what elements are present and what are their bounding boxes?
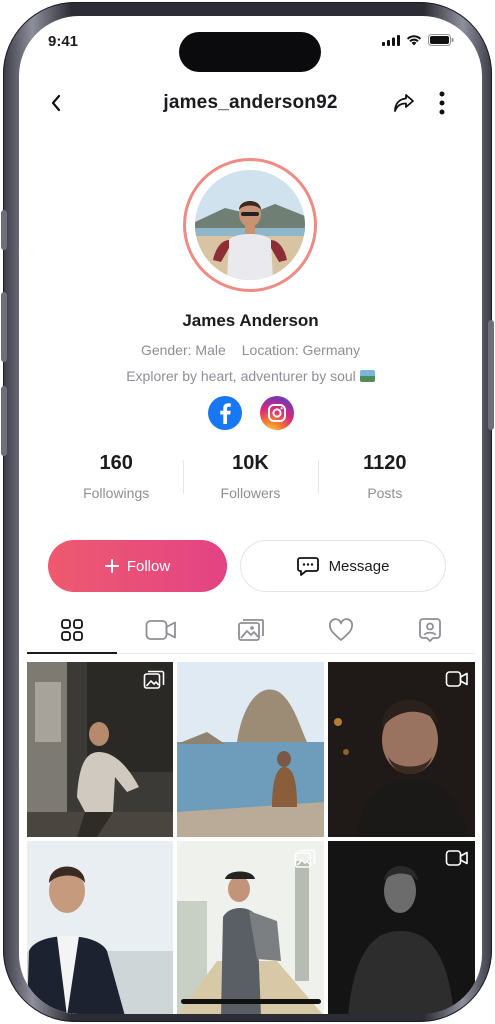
post-image bbox=[177, 662, 324, 837]
screen: 9:41 james_anderson92 James Anderson Gen… bbox=[19, 16, 482, 1014]
avatar-ring bbox=[183, 158, 317, 292]
profile-stats: 160 Followings 10K Followers 1120 Posts bbox=[49, 452, 452, 508]
status-bar: 9:41 bbox=[19, 16, 482, 72]
message-button[interactable]: Message bbox=[240, 540, 446, 592]
post-thumbnail[interactable] bbox=[177, 841, 324, 1014]
tagged-icon bbox=[419, 617, 442, 642]
facebook-link[interactable] bbox=[207, 396, 242, 430]
power-button bbox=[488, 320, 494, 430]
video-badge bbox=[445, 670, 468, 690]
stat-value: 160 bbox=[99, 452, 133, 474]
stat-value: 10K bbox=[232, 452, 269, 474]
mute-switch bbox=[1, 210, 7, 250]
volume-down-button bbox=[1, 386, 7, 456]
video-icon bbox=[445, 671, 468, 687]
video-icon bbox=[445, 850, 468, 866]
stat-label: Followings bbox=[83, 485, 150, 501]
profile-meta: Gender: Male Location: Germany bbox=[19, 342, 482, 358]
profile-name: James Anderson bbox=[182, 311, 319, 330]
battery-icon bbox=[428, 34, 454, 46]
profile-location: Location: Germany bbox=[241, 342, 361, 358]
post-thumbnail[interactable] bbox=[177, 662, 324, 837]
gallery-icon bbox=[294, 849, 316, 868]
stat-followers[interactable]: 10K Followers bbox=[183, 452, 317, 508]
instagram-icon bbox=[267, 404, 286, 422]
chat-icon bbox=[296, 557, 319, 576]
avatar-photo bbox=[195, 170, 305, 280]
phone-frame: 9:41 james_anderson92 James Anderson Gen… bbox=[1, 2, 494, 1022]
avatar[interactable] bbox=[195, 170, 305, 280]
volume-up-button bbox=[1, 292, 7, 362]
profile-bio: Explorer by heart, adventurer by soul bbox=[126, 368, 356, 384]
stat-value: 1120 bbox=[363, 452, 407, 474]
heart-icon bbox=[328, 617, 353, 641]
social-links bbox=[19, 396, 482, 430]
share-button[interactable] bbox=[387, 86, 421, 120]
stat-posts[interactable]: 1120 Posts bbox=[317, 452, 452, 508]
photos-icon bbox=[238, 618, 264, 641]
plus-icon bbox=[104, 559, 119, 573]
post-thumbnail[interactable] bbox=[328, 841, 475, 1014]
instagram-link[interactable] bbox=[259, 396, 294, 430]
video-icon bbox=[145, 619, 177, 640]
video-badge bbox=[445, 849, 468, 869]
follow-label: Follow bbox=[126, 557, 171, 575]
signal-icon bbox=[382, 34, 400, 46]
facebook-icon bbox=[219, 403, 231, 424]
dynamic-island bbox=[179, 32, 321, 72]
map-emoji-icon bbox=[359, 370, 375, 382]
profile-header: james_anderson92 bbox=[19, 86, 482, 120]
more-vertical-icon bbox=[439, 91, 445, 115]
home-indicator bbox=[181, 999, 321, 1004]
more-button[interactable] bbox=[425, 86, 459, 120]
content-tabs bbox=[27, 606, 475, 654]
tab-photos[interactable] bbox=[206, 606, 296, 653]
posts-grid bbox=[27, 662, 475, 1014]
profile-bio-row: Explorer by heart, adventurer by soul bbox=[19, 368, 482, 384]
tab-grid[interactable] bbox=[27, 606, 117, 654]
profile-gender: Gender: Male bbox=[140, 342, 226, 358]
tab-videos[interactable] bbox=[117, 606, 207, 653]
tab-tagged[interactable] bbox=[385, 606, 475, 653]
post-thumbnail[interactable] bbox=[27, 662, 173, 837]
stat-label: Posts bbox=[367, 485, 403, 501]
stat-followings[interactable]: 160 Followings bbox=[49, 452, 183, 508]
share-icon bbox=[394, 94, 414, 112]
stat-label: Followers bbox=[220, 485, 281, 501]
status-icons bbox=[382, 34, 454, 46]
post-thumbnail[interactable] bbox=[27, 841, 173, 1014]
message-label: Message bbox=[328, 557, 390, 575]
grid-icon bbox=[60, 618, 83, 641]
status-time: 9:41 bbox=[48, 33, 79, 50]
tab-likes[interactable] bbox=[296, 606, 386, 653]
gallery-icon bbox=[143, 670, 165, 689]
follow-button[interactable]: Follow bbox=[48, 540, 227, 592]
wifi-icon bbox=[406, 35, 422, 46]
gallery-badge bbox=[294, 849, 316, 869]
post-image bbox=[27, 841, 173, 1014]
post-thumbnail[interactable] bbox=[328, 662, 475, 837]
gallery-badge bbox=[143, 670, 165, 690]
